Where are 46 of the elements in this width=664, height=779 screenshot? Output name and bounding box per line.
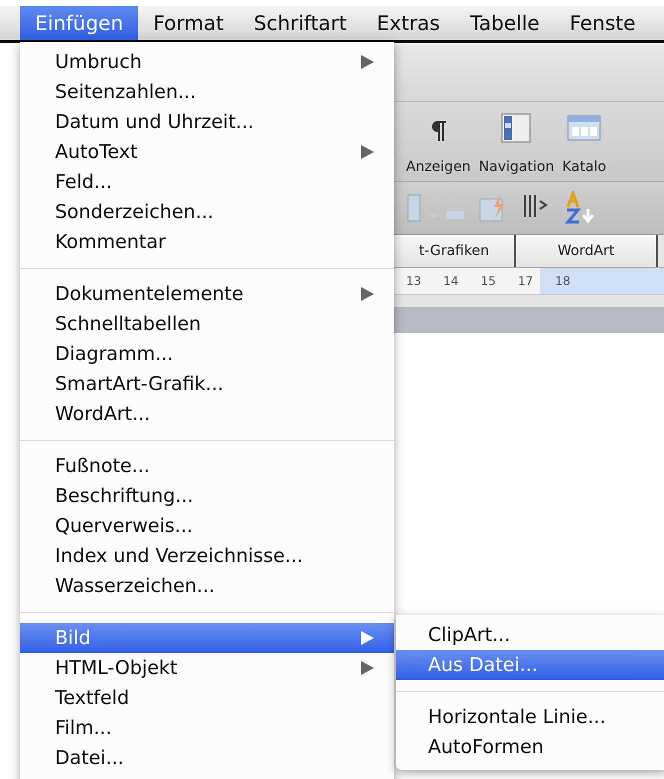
- menu-item[interactable]: Seitenzahlen...: [20, 77, 394, 107]
- menu-item[interactable]: HTML-Objekt: [20, 653, 394, 683]
- menu-item[interactable]: Film...: [20, 713, 394, 743]
- menu-item[interactable]: Dokumentelemente: [20, 279, 394, 309]
- menu-item[interactable]: Schnelltabellen: [20, 309, 394, 339]
- ribbon-tab[interactable]: WordArt: [516, 235, 658, 267]
- ribbon-button[interactable]: Katalo: [562, 102, 606, 181]
- menu-item[interactable]: Diagramm...: [20, 339, 394, 369]
- menu-item[interactable]: Beschriftung...: [20, 481, 394, 511]
- menu-item[interactable]: WordArt...: [20, 399, 394, 429]
- menu-item[interactable]: Aus Datei...: [396, 650, 664, 680]
- ribbon-tab[interactable]: t-Grafiken: [394, 235, 516, 267]
- menu-item[interactable]: Wasserzeichen...: [20, 571, 394, 601]
- menu-item[interactable]: Fußnote...: [20, 451, 394, 481]
- menu-item[interactable]: Kommentar: [20, 227, 394, 257]
- ribbon-button[interactable]: Anzeigen: [406, 102, 471, 181]
- ruler-number: 13: [406, 274, 422, 288]
- menu-item[interactable]: ClipArt...: [396, 620, 664, 650]
- menu-item[interactable]: Datei...: [20, 743, 394, 773]
- menu-title[interactable]: Schriftart: [238, 6, 362, 40]
- menu-item[interactable]: Horizontale Linie...: [396, 702, 664, 732]
- menu-item[interactable]: Index und Verzeichnisse...: [20, 541, 394, 571]
- menu-item[interactable]: AutoText: [20, 137, 394, 167]
- panel-icon: [501, 113, 532, 143]
- menu-item[interactable]: Feld...: [20, 167, 394, 197]
- menu-item[interactable]: Querverweis...: [20, 511, 394, 541]
- menu-item[interactable]: Textfeld: [20, 683, 394, 713]
- menu-item[interactable]: AutoFormen: [396, 732, 664, 762]
- menu-title[interactable]: Format: [138, 6, 239, 40]
- sort-icon: [562, 191, 596, 225]
- menu-item[interactable]: Bild: [20, 623, 394, 653]
- menu-title[interactable]: Extras: [362, 6, 455, 40]
- ruler-number: 18: [555, 274, 570, 288]
- layout-icon: [567, 113, 602, 143]
- menu-title[interactable]: Einfügen: [20, 6, 138, 40]
- menu-item[interactable]: Sonderzeichen...: [20, 197, 394, 227]
- menu-item[interactable]: Umbruch: [20, 47, 394, 77]
- ruler-number: 14: [443, 274, 459, 288]
- ruler-number: 17: [518, 274, 534, 288]
- pilcrow-icon: [429, 119, 448, 143]
- menu-title[interactable]: Fenste: [554, 6, 651, 40]
- ribbon-button[interactable]: Navigation: [478, 102, 554, 181]
- menu-item[interactable]: SmartArt-Grafik...: [20, 369, 394, 399]
- menu-item[interactable]: Datum und Uhrzeit...: [20, 107, 394, 137]
- menu-title[interactable]: Tabelle: [454, 6, 555, 40]
- ruler-number: 15: [480, 274, 496, 288]
